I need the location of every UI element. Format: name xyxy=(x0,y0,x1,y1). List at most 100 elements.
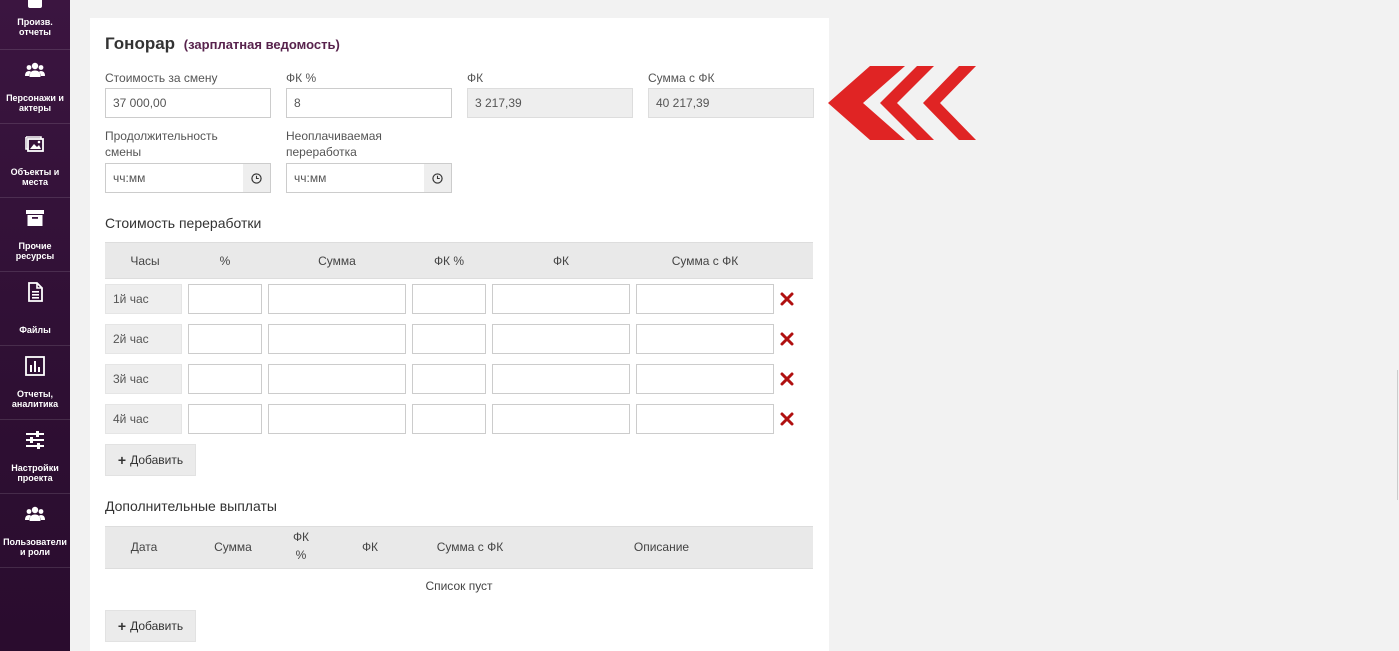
column-header-percent: % xyxy=(219,254,231,268)
delete-row-icon[interactable] xyxy=(779,291,795,307)
archive-icon xyxy=(26,210,44,226)
percent-input[interactable] xyxy=(188,324,262,354)
sidebar-item-label: Файлы xyxy=(19,325,51,335)
hour-label-cell: 2й час xyxy=(105,324,182,354)
sum-input[interactable] xyxy=(268,364,406,394)
delete-row-icon[interactable] xyxy=(779,371,795,387)
shift-duration-label-line1: Продолжительность xyxy=(105,129,218,143)
sidebar: Произв. отчеты Персонажи и актеры Объект… xyxy=(0,0,70,651)
column-header-hours: Часы xyxy=(130,254,160,268)
plus-icon: + xyxy=(117,618,127,634)
fk-percent-input[interactable] xyxy=(412,284,486,314)
sidebar-item-production-reports[interactable]: Произв. отчеты xyxy=(0,0,70,50)
file-icon xyxy=(28,282,43,302)
column-header-fk: ФК xyxy=(552,254,570,268)
sidebar-item-label: Отчеты, аналитика xyxy=(11,389,59,409)
unpaid-overtime-clock-button[interactable] xyxy=(424,163,452,193)
total-with-fk-label: Сумма с ФК xyxy=(648,71,715,85)
column-header-total-with-fk: Сумма с ФК xyxy=(436,540,504,554)
column-header-total-with-fk: Сумма с ФК xyxy=(671,254,739,268)
empty-list-message: Список пуст xyxy=(425,579,493,593)
sidebar-item-label: Настройки проекта xyxy=(11,463,59,483)
extra-payments-table-header: Дата Сумма ФК % ФК Сумма с ФК Описание xyxy=(105,526,813,569)
percent-input[interactable] xyxy=(188,364,262,394)
sidebar-item-reports-analytics[interactable]: Отчеты, аналитика xyxy=(0,346,70,420)
sidebar-item-label: Прочие ресурсы xyxy=(15,241,55,261)
add-extra-payment-button[interactable]: + Добавить xyxy=(105,610,196,642)
fk-percent-input[interactable] xyxy=(412,364,486,394)
fk-label: ФК xyxy=(467,71,484,85)
delete-row-icon[interactable] xyxy=(779,331,795,347)
fk-value-field: 3 217,39 xyxy=(467,88,633,118)
add-overtime-button[interactable]: + Добавить xyxy=(105,444,196,476)
unpaid-overtime-label-line2: переработка xyxy=(286,145,357,159)
sidebar-item-characters-actors[interactable]: Персонажи и актеры xyxy=(0,50,70,124)
sidebar-item-project-settings[interactable]: Настройки проекта xyxy=(0,420,70,494)
delete-row-icon[interactable] xyxy=(779,411,795,427)
total-input[interactable] xyxy=(636,364,774,394)
red-chevrons-arrow-icon xyxy=(828,66,976,140)
total-input[interactable] xyxy=(636,284,774,314)
bar-chart-icon xyxy=(25,356,45,376)
fk-percent-label: ФК % xyxy=(286,71,317,85)
page-title: Гонорар (зарплатная ведомость) xyxy=(105,34,340,54)
fk-input[interactable] xyxy=(492,284,630,314)
hour-label-cell: 4й час xyxy=(105,404,182,434)
total-input[interactable] xyxy=(636,404,774,434)
fk-percent-input[interactable] xyxy=(412,404,486,434)
column-header-sum: Сумма xyxy=(214,540,252,554)
fk-input[interactable] xyxy=(492,404,630,434)
report-icon xyxy=(28,0,42,8)
extra-payments-section-title: Дополнительные выплаты xyxy=(105,498,277,514)
fk-percent-input[interactable] xyxy=(412,324,486,354)
overtime-section-title: Стоимость переработки xyxy=(105,215,262,231)
column-header-fk-percent: ФК % xyxy=(433,254,465,268)
add-overtime-button-label: Добавить xyxy=(130,453,184,467)
column-header-fk-percent-line2: % xyxy=(295,548,307,562)
users-icon xyxy=(25,62,45,77)
shift-duration-label: Продолжительность смены xyxy=(105,128,218,160)
hour-label-cell: 3й час xyxy=(105,364,182,394)
sidebar-item-other-resources[interactable]: Прочие ресурсы xyxy=(0,198,70,272)
sum-input[interactable] xyxy=(268,404,406,434)
sidebar-item-label: Объекты и места xyxy=(10,167,60,187)
sidebar-item-label: Пользователи и роли xyxy=(3,537,67,557)
percent-input[interactable] xyxy=(188,404,262,434)
unpaid-overtime-label: Неоплачиваемая переработка xyxy=(286,128,382,160)
total-with-fk-field: 40 217,39 xyxy=(648,88,814,118)
shift-duration-clock-button[interactable] xyxy=(243,163,271,193)
sidebar-item-files[interactable]: Файлы xyxy=(0,272,70,346)
column-header-fk-percent: ФК % xyxy=(281,530,321,562)
fk-input[interactable] xyxy=(492,324,630,354)
clock-icon xyxy=(432,172,443,184)
fee-card: Гонорар (зарплатная ведомость) Стоимость… xyxy=(90,18,829,651)
page-subtitle: (зарплатная ведомость) xyxy=(183,37,340,52)
column-header-fk: ФК xyxy=(361,540,379,554)
column-header-description: Описание xyxy=(633,540,690,554)
fk-input[interactable] xyxy=(492,364,630,394)
plus-icon: + xyxy=(117,452,127,468)
sliders-icon xyxy=(26,431,44,449)
fk-percent-input[interactable]: 8 xyxy=(286,88,452,118)
page-title-text: Гонорар xyxy=(105,34,176,53)
overtime-table-header: Часы % Сумма ФК % ФК Сумма с ФК xyxy=(105,242,813,279)
clock-icon xyxy=(251,172,262,184)
scrollbar-track xyxy=(1397,370,1398,500)
percent-input[interactable] xyxy=(188,284,262,314)
column-header-date: Дата xyxy=(130,540,158,554)
image-icon xyxy=(25,136,44,152)
users-icon xyxy=(25,506,45,521)
unpaid-overtime-label-line1: Неоплачиваемая xyxy=(286,129,382,143)
column-header-sum: Сумма xyxy=(318,254,356,268)
add-extra-payment-button-label: Добавить xyxy=(130,619,184,633)
shift-cost-label: Стоимость за смену xyxy=(105,71,218,85)
sidebar-item-users-roles[interactable]: Пользователи и роли xyxy=(0,494,70,568)
unpaid-overtime-input[interactable]: чч:мм xyxy=(286,163,425,193)
sum-input[interactable] xyxy=(268,284,406,314)
sum-input[interactable] xyxy=(268,324,406,354)
total-input[interactable] xyxy=(636,324,774,354)
sidebar-item-objects-places[interactable]: Объекты и места xyxy=(0,124,70,198)
shift-duration-label-line2: смены xyxy=(105,145,142,159)
shift-duration-input[interactable]: чч:мм xyxy=(105,163,244,193)
shift-cost-input[interactable]: 37 000,00 xyxy=(105,88,271,118)
